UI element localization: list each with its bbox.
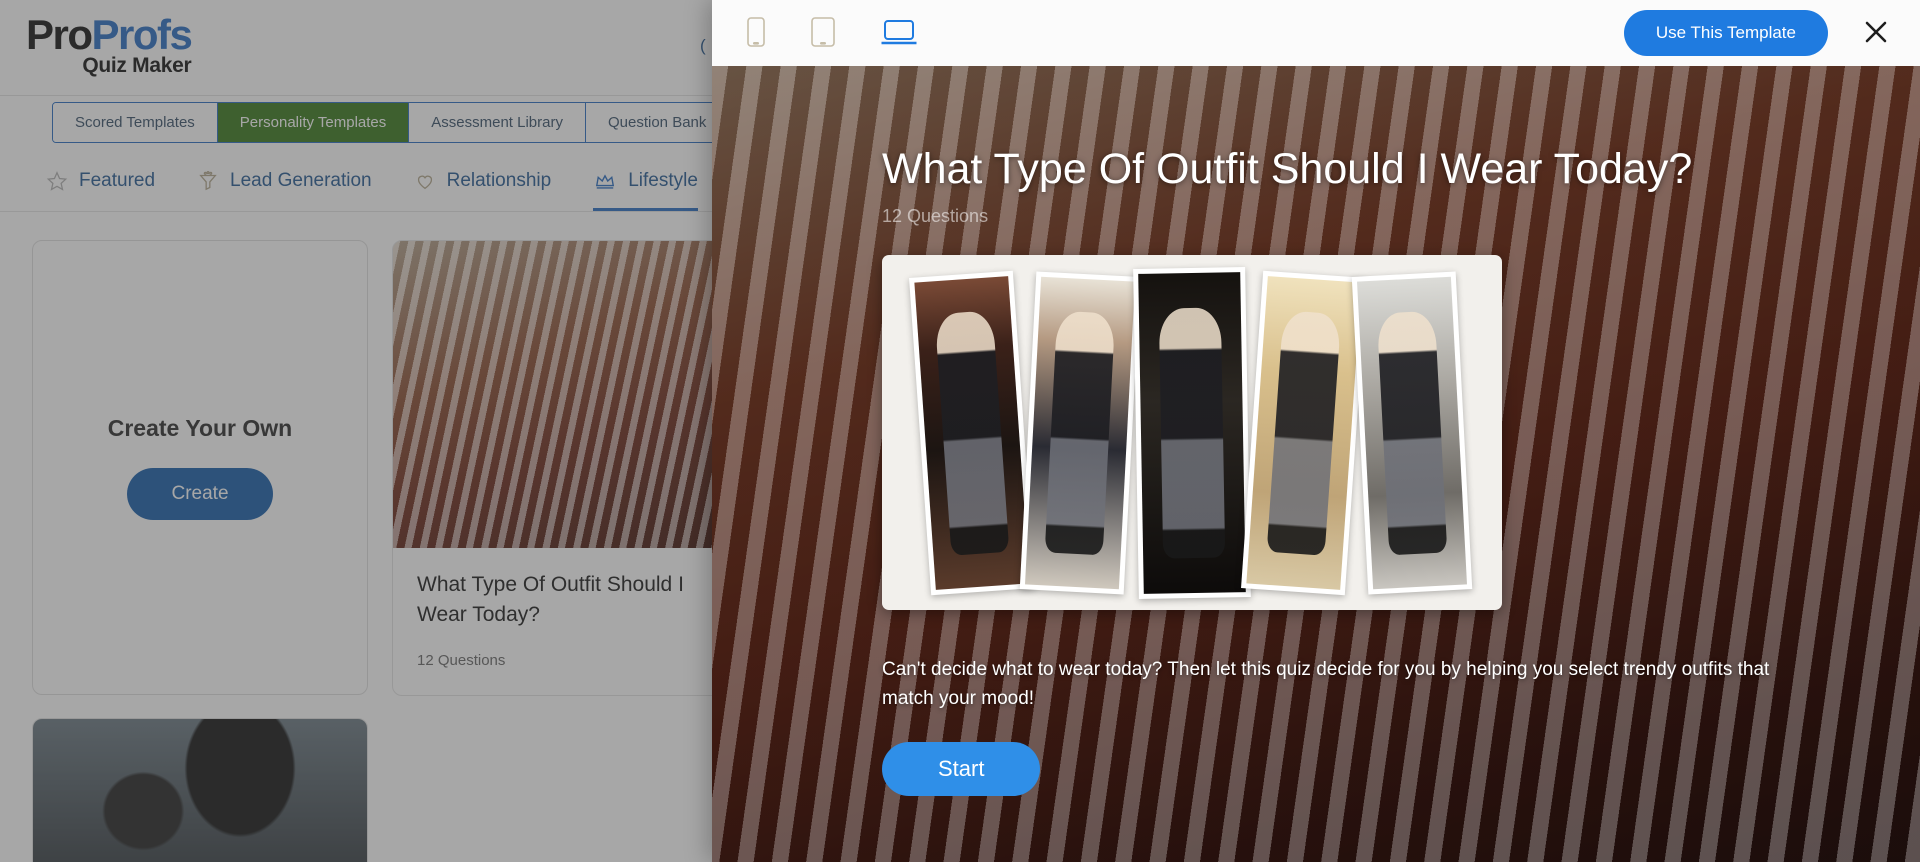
quiz-cover-image [882,255,1502,611]
quiz-question-count: 12 Questions [882,206,989,227]
tablet-icon [810,16,836,51]
close-modal-button[interactable] [1858,15,1894,51]
device-preview-switcher [734,14,920,53]
start-quiz-button[interactable]: Start [882,742,1041,797]
mobile-icon [746,16,766,51]
collage-photo-3 [1133,266,1251,599]
template-preview-modal: Use This Template What Type Of Outfit Sh… [712,0,1920,862]
collage-photo-5 [1351,271,1473,595]
collage-photo-2 [1019,271,1141,595]
quiz-preview-content: What Type Of Outfit Should I Wear Today?… [712,66,1920,797]
modal-toolbar: Use This Template [712,0,1920,66]
collage-photo-1 [909,270,1035,596]
mobile-preview-button[interactable] [744,14,768,53]
laptop-icon [880,18,918,51]
quiz-title: What Type Of Outfit Should I Wear Today? [882,145,1693,193]
use-this-template-button[interactable]: Use This Template [1623,10,1828,56]
quiz-preview-canvas: What Type Of Outfit Should I Wear Today?… [712,66,1920,862]
quiz-description: Can't decide what to wear today? Then le… [882,659,1770,710]
page-root: ProProfs Quiz Maker ( Scored Templates P… [0,0,1920,862]
tablet-preview-button[interactable] [808,14,838,53]
desktop-preview-button[interactable] [878,16,920,53]
collage-photo-4 [1241,270,1367,596]
close-icon [1863,19,1889,48]
